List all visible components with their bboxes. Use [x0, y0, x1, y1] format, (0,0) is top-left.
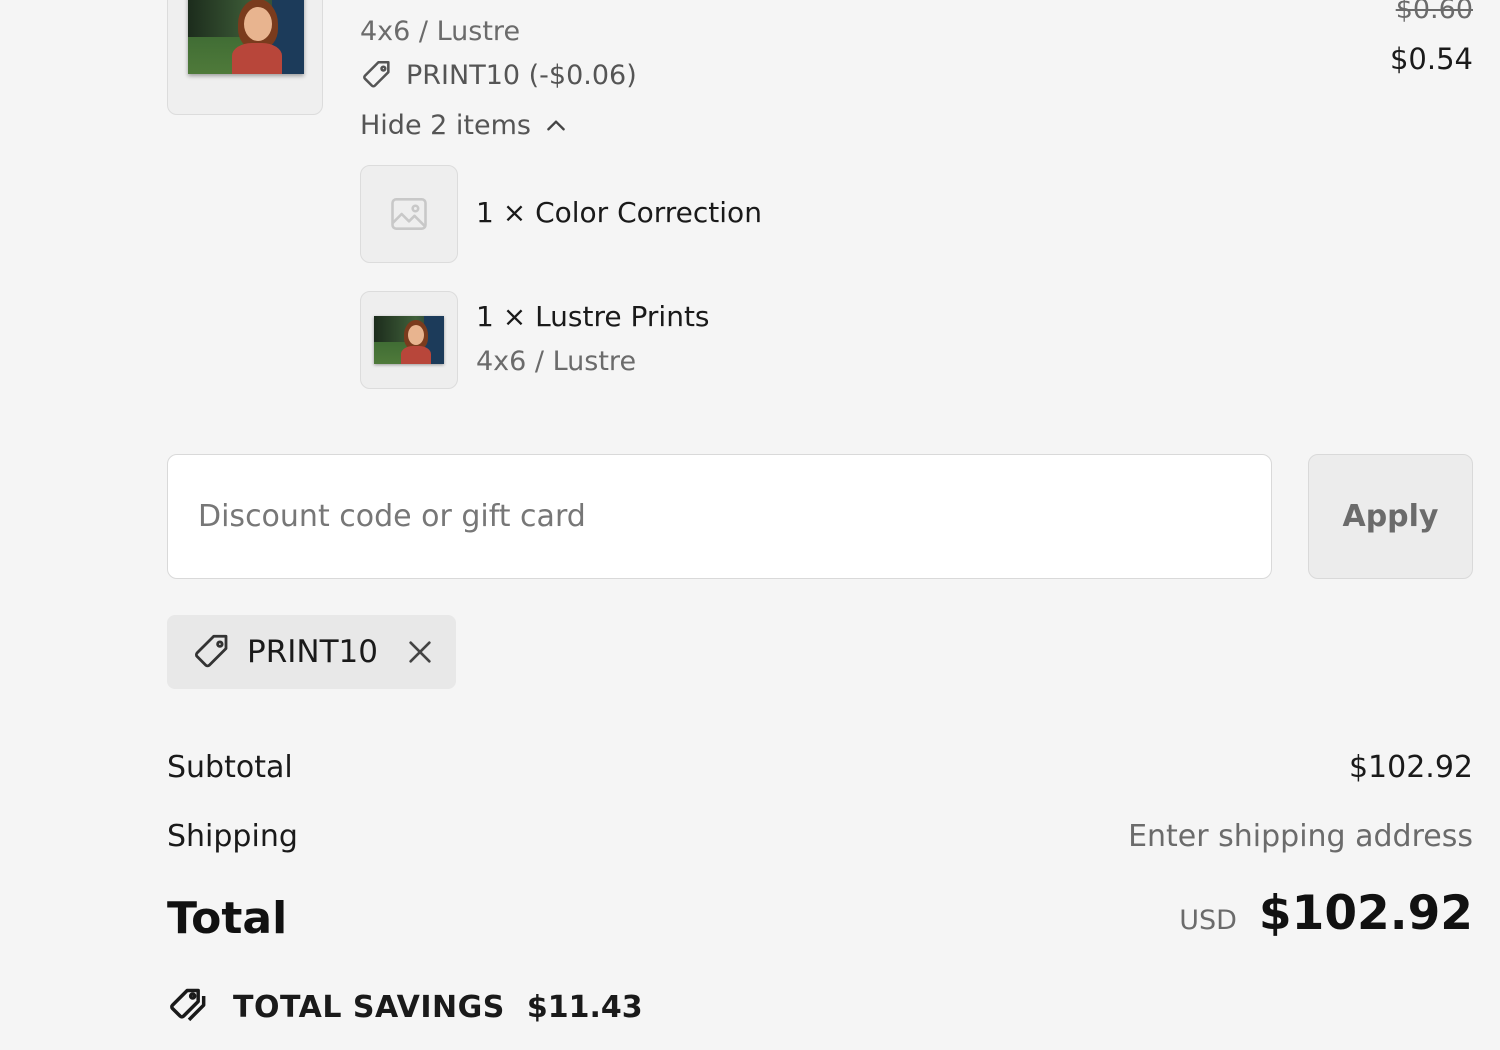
- total-amount: USD $102.92: [1179, 886, 1473, 941]
- color-correction-thumbnail: [360, 165, 458, 263]
- total-savings: TOTAL SAVINGS $11.43: [167, 985, 643, 1029]
- close-icon[interactable]: [404, 636, 436, 668]
- subtotal-value: $102.92: [1348, 750, 1473, 785]
- savings-label: TOTAL SAVINGS: [233, 989, 505, 1025]
- bundle-item-variant: 4x6 / Lustre: [476, 346, 637, 377]
- line-discount: PRINT10 (-$0.06): [360, 58, 637, 92]
- apply-button[interactable]: Apply: [1308, 454, 1473, 579]
- applied-discount-chip: PRINT10: [167, 615, 456, 689]
- line-price: $0.54: [1389, 42, 1473, 76]
- discount-code-input[interactable]: [167, 454, 1272, 579]
- tag-icon: [360, 58, 394, 92]
- tags-icon: [167, 985, 211, 1029]
- tag-icon: [191, 631, 233, 673]
- subtotal-label: Subtotal: [167, 750, 293, 785]
- lustre-prints-thumbnail: [360, 291, 458, 389]
- product-photo: [188, 0, 304, 74]
- bundle-item-title: 1 × Color Correction: [476, 196, 762, 229]
- product-variant: 4x6 / Lustre: [360, 16, 521, 47]
- hide-items-label: Hide 2 items: [360, 110, 531, 141]
- currency-code: USD: [1179, 905, 1237, 936]
- hide-items-toggle[interactable]: Hide 2 items: [360, 110, 569, 141]
- shipping-label: Shipping: [167, 819, 298, 854]
- total-label: Total: [167, 893, 288, 944]
- applied-code-label: PRINT10: [247, 634, 378, 670]
- shipping-value: Enter shipping address: [1128, 819, 1473, 854]
- lustre-print-photo: [374, 316, 444, 364]
- line-discount-label: PRINT10 (-$0.06): [406, 59, 637, 91]
- savings-value: $11.43: [526, 989, 643, 1025]
- image-placeholder-icon: [387, 192, 431, 236]
- total-value: $102.92: [1258, 886, 1473, 941]
- bundle-item-title: 1 × Lustre Prints: [476, 300, 710, 333]
- chevron-up-icon: [543, 113, 569, 139]
- product-thumbnail: [167, 0, 323, 115]
- original-price: $0.60: [1395, 0, 1473, 25]
